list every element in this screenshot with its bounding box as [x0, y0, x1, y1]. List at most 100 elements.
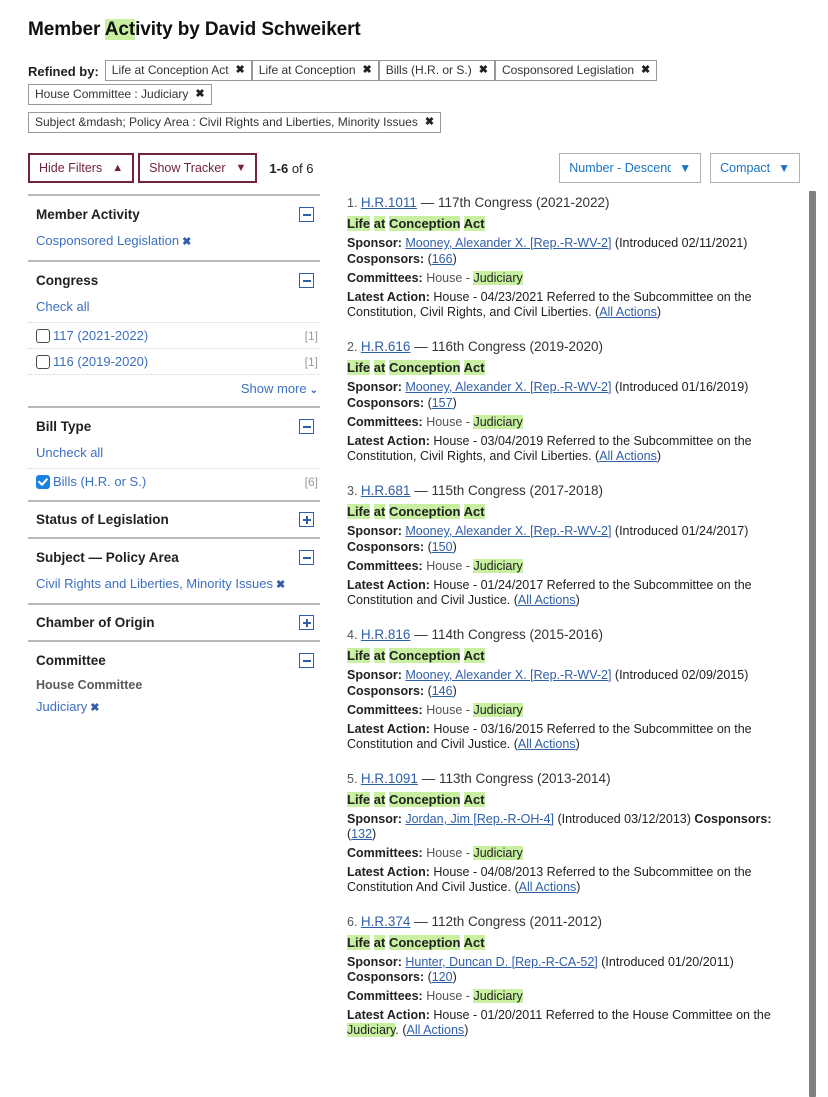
refined-by-chip[interactable]: Cosponsored Legislation ✖ [494, 60, 658, 81]
sponsor-link[interactable]: Mooney, Alexander X. [Rep.-R-WV-2] [405, 236, 611, 250]
result-heading: 5. H.R.1091 — 113th Congress (2013-2014) [347, 770, 802, 788]
sort-dropdown[interactable]: Number - Descending ▼ [559, 153, 702, 183]
hide-filters-button[interactable]: Hide Filters ▲ [28, 153, 135, 183]
latest-action-line: Latest Action: House - 03/16/2015 Referr… [347, 722, 802, 752]
committee-highlight: Judiciary [473, 703, 523, 717]
display-dropdown[interactable]: Compact ▼ [710, 153, 800, 183]
chevron-down-icon: ▼ [235, 161, 247, 174]
facet-header[interactable]: Committee [28, 642, 320, 677]
chevron-down-icon: ▼ [679, 161, 692, 175]
collapse-icon[interactable] [299, 419, 314, 434]
sponsor-link[interactable]: Mooney, Alexander X. [Rep.-R-WV-2] [405, 524, 611, 538]
sponsor-label: Sponsor: [347, 380, 406, 394]
refined-by-chip-label: Bills (H.R. or S.) [385, 63, 472, 77]
committees-line: Committees: House - Judiciary [347, 989, 802, 1004]
close-icon[interactable]: ✖ [479, 63, 488, 77]
introduced-date: (Introduced 01/16/2019) [611, 380, 749, 394]
selected-facet-value[interactable]: Judiciary ✖ [28, 697, 320, 726]
bill-number-link[interactable]: H.R.374 [361, 914, 411, 929]
facet-option-label[interactable]: Bills (H.R. or S.) [53, 474, 305, 489]
check-all-link[interactable]: Check all [28, 297, 320, 322]
result-count: 1-6 of 6 [269, 161, 313, 176]
selected-facet-value[interactable]: Civil Rights and Liberties, Minority Iss… [28, 574, 320, 603]
all-actions-link[interactable]: All Actions [518, 593, 576, 607]
sponsor-link[interactable]: Mooney, Alexander X. [Rep.-R-WV-2] [405, 668, 611, 682]
facet-header[interactable]: Bill Type [28, 408, 320, 443]
sponsor-link[interactable]: Mooney, Alexander X. [Rep.-R-WV-2] [405, 380, 611, 394]
bill-number-link[interactable]: H.R.681 [361, 483, 411, 498]
checkbox[interactable] [36, 328, 50, 343]
facet-option-label[interactable]: 116 (2019-2020) [53, 354, 305, 369]
facet-option[interactable]: 116 (2019-2020) [1] [28, 348, 320, 374]
bill-number-link[interactable]: H.R.1091 [361, 771, 418, 786]
paren-close: ) [464, 1023, 469, 1037]
page-title-highlight: Act [104, 19, 136, 40]
facet-option-label[interactable]: 117 (2021-2022) [53, 328, 305, 343]
close-icon[interactable]: ✖ [90, 702, 99, 714]
bill-number-link[interactable]: H.R.1011 [361, 195, 417, 210]
committee-chamber: House - [426, 703, 474, 717]
collapse-icon[interactable] [299, 550, 314, 565]
cosponsors-link[interactable]: 132 [351, 827, 372, 841]
cosponsors-label: Cosponsors: [347, 970, 428, 984]
cosponsors-link[interactable]: 150 [432, 540, 453, 554]
refined-by-chip[interactable]: Life at Conception ✖ [251, 60, 379, 81]
show-more-link[interactable]: Show more ⌄ [28, 374, 320, 406]
all-actions-link[interactable]: All Actions [599, 305, 657, 319]
refined-by-chip[interactable]: House Committee : Judiciary ✖ [28, 84, 212, 105]
selected-facet-value[interactable]: Cosponsored Legislation ✖ [28, 231, 320, 260]
checkbox[interactable] [36, 354, 50, 369]
close-icon[interactable]: ✖ [276, 579, 285, 591]
congress-label: — 117th Congress (2021-2022) [416, 195, 610, 210]
collapse-icon[interactable] [299, 207, 314, 222]
sponsor-link[interactable]: Hunter, Duncan D. [Rep.-R-CA-52] [405, 955, 597, 969]
facet-congress: Congress Check all 117 (2021-2022) [1] 116 (… [28, 260, 320, 406]
facet-option[interactable]: Bills (H.R. or S.) [6] [28, 468, 320, 494]
page-scrollbar[interactable] [809, 191, 816, 1097]
close-icon[interactable]: ✖ [195, 87, 204, 101]
latest-action-label: Latest Action: [347, 434, 434, 448]
bill-title-highlight: at [373, 216, 386, 231]
close-icon[interactable]: ✖ [236, 63, 245, 77]
all-actions-link[interactable]: All Actions [519, 880, 577, 894]
sponsor-link[interactable]: Jordan, Jim [Rep.-R-OH-4] [405, 812, 554, 826]
show-tracker-button[interactable]: Show Tracker ▼ [138, 153, 258, 183]
all-actions-link[interactable]: All Actions [518, 737, 576, 751]
result-item: 4. H.R.816 — 114th Congress (2015-2016) L… [347, 626, 802, 752]
collapse-icon[interactable] [299, 653, 314, 668]
close-icon[interactable]: ✖ [363, 63, 372, 77]
committees-label: Committees: [347, 271, 427, 285]
cosponsors-link[interactable]: 146 [432, 684, 453, 698]
sponsor-line: Sponsor: Mooney, Alexander X. [Rep.-R-WV… [347, 668, 802, 683]
expand-icon[interactable] [299, 512, 314, 527]
committee-highlight: Judiciary [473, 846, 523, 860]
collapse-icon[interactable] [299, 273, 314, 288]
facet-header[interactable]: Subject — Policy Area [28, 539, 320, 574]
all-actions-link[interactable]: All Actions [407, 1023, 465, 1037]
close-icon[interactable]: ✖ [182, 236, 191, 248]
cosponsors-link[interactable]: 157 [432, 396, 453, 410]
close-icon[interactable]: ✖ [641, 63, 650, 77]
cosponsors-link[interactable]: 166 [432, 252, 453, 266]
result-number: 6. [347, 915, 361, 929]
bill-number-link[interactable]: H.R.616 [361, 339, 411, 354]
refined-by-chip[interactable]: Life at Conception Act ✖ [104, 60, 252, 81]
all-actions-link[interactable]: All Actions [599, 449, 657, 463]
committee-highlight: Judiciary [473, 271, 523, 285]
facet-header[interactable]: Status of Legislation [28, 502, 320, 537]
bill-number-link[interactable]: H.R.816 [361, 627, 411, 642]
facet-option[interactable]: 117 (2021-2022) [1] [28, 322, 320, 348]
facet-title: Member Activity [36, 207, 140, 222]
facet-header[interactable]: Chamber of Origin [28, 605, 320, 640]
close-icon[interactable]: ✖ [425, 115, 434, 129]
facet-header[interactable]: Member Activity [28, 196, 320, 231]
refined-by-chip[interactable]: Bills (H.R. or S.) ✖ [378, 60, 495, 81]
bill-title: Life at Conception Act [347, 503, 802, 520]
check-all-link[interactable]: Uncheck all [28, 443, 320, 468]
expand-icon[interactable] [299, 615, 314, 630]
refined-by-chip[interactable]: Subject &mdash; Policy Area : Civil Righ… [28, 112, 442, 133]
cosponsors-link[interactable]: 120 [432, 970, 453, 984]
facet-header[interactable]: Congress [28, 262, 320, 297]
checkbox[interactable] [36, 474, 50, 489]
main-content: Member Activity Cosponsored Legislation ✖ C… [0, 194, 828, 1097]
